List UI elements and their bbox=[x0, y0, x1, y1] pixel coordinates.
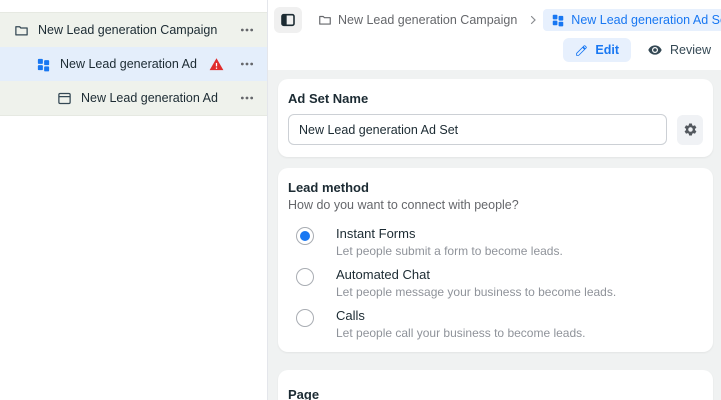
option-automated-chat[interactable]: Automated Chat Let people message your b… bbox=[288, 267, 703, 299]
folder-icon bbox=[15, 25, 28, 35]
lead-method-title: Lead method bbox=[288, 180, 369, 195]
ellipsis-icon bbox=[240, 96, 254, 100]
more-options-button[interactable] bbox=[239, 22, 255, 38]
header: New Lead generation Campaign New Lead ge… bbox=[268, 0, 721, 70]
ad-set-name-input[interactable] bbox=[288, 114, 667, 145]
option-instant-forms[interactable]: Instant Forms Let people submit a form t… bbox=[288, 226, 703, 258]
chevron-right-icon bbox=[531, 15, 537, 25]
sidebar-item-label: New Lead generation Campaign bbox=[38, 23, 218, 37]
lead-method-options: Instant Forms Let people submit a form t… bbox=[288, 226, 703, 340]
option-calls[interactable]: Calls Let people call your business to b… bbox=[288, 308, 703, 340]
campaign-tree-sidebar: New Lead generation Campaign New Lead ge… bbox=[0, 0, 268, 400]
campaign-tree: New Lead generation Campaign New Lead ge… bbox=[0, 12, 267, 116]
mode-actions: Edit Review bbox=[274, 34, 721, 70]
more-options-button[interactable] bbox=[239, 56, 255, 72]
adset-grid-icon bbox=[37, 58, 50, 71]
lead-method-card: Lead method How do you want to connect w… bbox=[278, 168, 713, 352]
page-card: Page Choose the Facebook Page you want t… bbox=[278, 370, 713, 400]
sidebar-item-adset[interactable]: New Lead generation Ad Set bbox=[0, 47, 267, 81]
folder-icon bbox=[319, 15, 331, 25]
radio-automated-chat[interactable] bbox=[296, 268, 314, 286]
option-label: Automated Chat bbox=[336, 267, 430, 282]
radio-instant-forms[interactable] bbox=[296, 227, 314, 245]
option-text: Calls Let people call your business to b… bbox=[336, 308, 586, 340]
pencil-icon bbox=[576, 44, 588, 56]
main-panel: New Lead generation Campaign New Lead ge… bbox=[268, 0, 721, 400]
warning-icon bbox=[209, 57, 224, 70]
option-description: Let people call your business to become … bbox=[336, 326, 586, 340]
radio-calls[interactable] bbox=[296, 309, 314, 327]
gear-icon bbox=[684, 123, 696, 136]
adset-grid-icon bbox=[553, 14, 564, 27]
breadcrumb-adset[interactable]: New Lead generation Ad Set bbox=[543, 9, 721, 31]
sidebar-item-label: New Lead generation Ad bbox=[81, 91, 218, 105]
ad-set-name-row bbox=[288, 114, 703, 145]
edit-label: Edit bbox=[595, 43, 619, 57]
name-settings-button[interactable] bbox=[677, 114, 703, 145]
ad-page-icon bbox=[58, 92, 71, 104]
option-description: Let people submit a form to become leads… bbox=[336, 244, 563, 258]
breadcrumb-label: New Lead generation Campaign bbox=[338, 13, 518, 27]
sidebar-item-campaign[interactable]: New Lead generation Campaign bbox=[0, 13, 267, 47]
ads-manager-screen: New Lead generation Campaign New Lead ge… bbox=[0, 0, 721, 400]
option-text: Automated Chat Let people message your b… bbox=[336, 267, 616, 299]
sidebar-item-label: New Lead generation Ad Set bbox=[60, 57, 200, 71]
adset-settings-content: Ad Set Name Lead method How do you want … bbox=[268, 70, 721, 400]
review-button[interactable]: Review bbox=[647, 42, 711, 58]
more-options-button[interactable] bbox=[239, 90, 255, 106]
page-title: Page bbox=[288, 387, 320, 400]
review-label: Review bbox=[670, 43, 711, 57]
option-label: Instant Forms bbox=[336, 226, 416, 241]
eye-icon bbox=[648, 45, 662, 55]
breadcrumb-label: New Lead generation Ad Set bbox=[571, 13, 721, 27]
ellipsis-icon bbox=[240, 28, 254, 32]
option-description: Let people message your business to beco… bbox=[336, 285, 617, 299]
breadcrumb-campaign[interactable]: New Lead generation Campaign bbox=[312, 9, 523, 31]
collapse-sidebar-button[interactable] bbox=[274, 7, 302, 33]
sidebar-item-ad[interactable]: New Lead generation Ad bbox=[0, 81, 267, 115]
ad-set-name-card: Ad Set Name bbox=[278, 79, 713, 157]
ellipsis-icon bbox=[240, 62, 254, 66]
ad-set-name-title: Ad Set Name bbox=[288, 91, 369, 106]
breadcrumb: New Lead generation Campaign New Lead ge… bbox=[274, 6, 721, 34]
edit-button[interactable]: Edit bbox=[563, 38, 631, 62]
lead-method-subtitle: How do you want to connect with people? bbox=[288, 198, 519, 212]
option-text: Instant Forms Let people submit a form t… bbox=[336, 226, 563, 258]
option-label: Calls bbox=[336, 308, 365, 323]
sidebar-toggle-icon bbox=[281, 13, 295, 27]
